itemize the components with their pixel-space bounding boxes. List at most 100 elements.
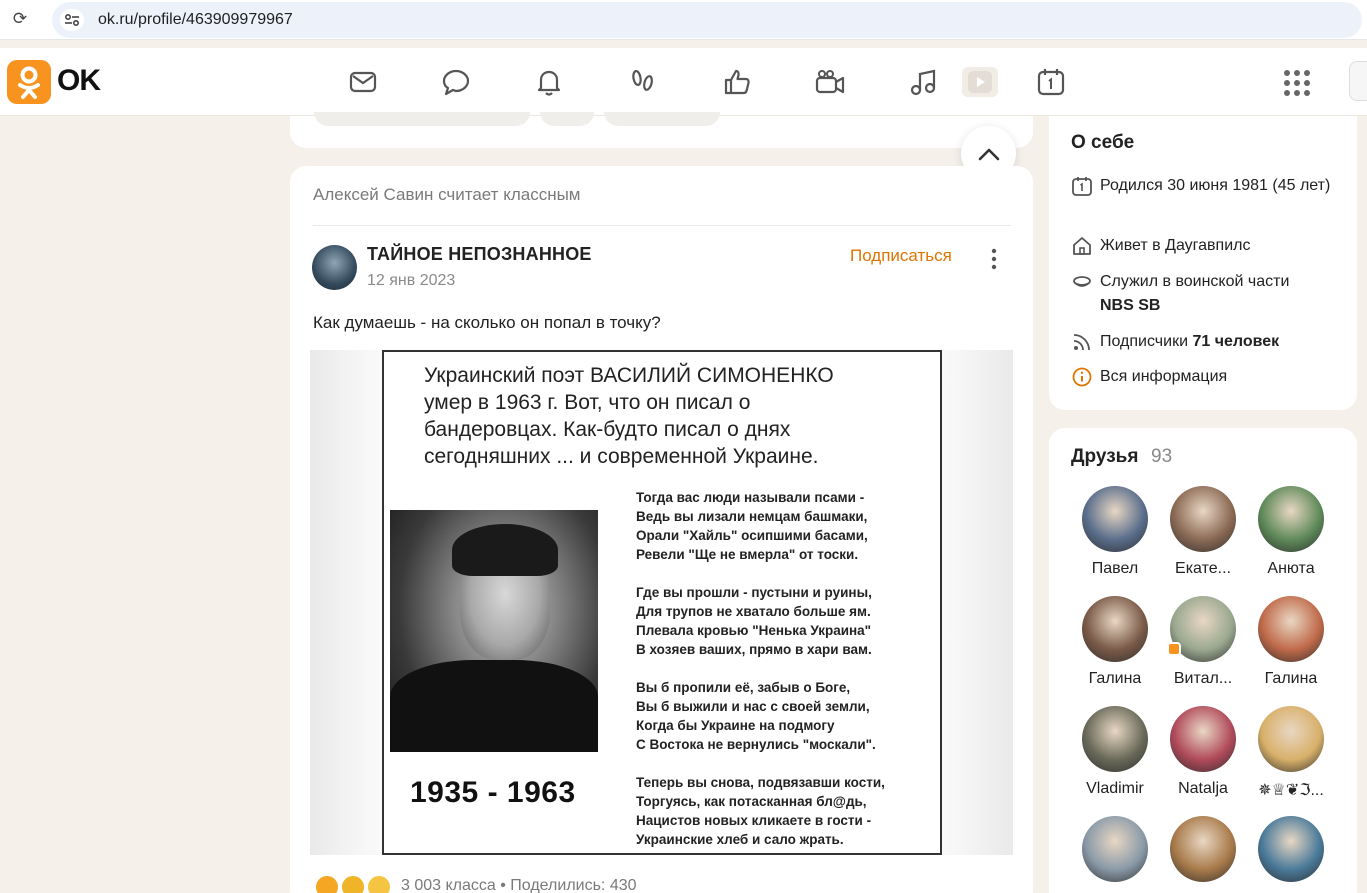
poem-stanza: Вы б пропили её, забыв о Боге, Вы б выжи… [636,678,936,754]
friend-avatar[interactable] [1258,486,1324,552]
poem-line: С Востока не вернулись "москали". [636,737,876,752]
friend-avatar[interactable] [1082,486,1148,552]
mail-icon[interactable] [347,66,379,98]
friend-item[interactable]: Natalja [1155,706,1237,806]
served-prefix: Служил в воинской части [1100,273,1290,290]
more-options-icon[interactable] [984,246,1004,272]
video-camera-icon[interactable] [814,66,846,98]
site-settings-icon[interactable] [60,9,84,31]
friend-name[interactable]: Анюта [1243,560,1339,578]
friend-item[interactable] [1243,816,1325,893]
poem-line: Плевала кровью "Ненька Украина" [636,623,872,638]
portrait-photo [390,510,598,752]
friend-item[interactable] [1155,816,1237,893]
wow-reaction-icon [366,874,392,893]
calendar-icon[interactable] [1035,66,1067,98]
url-field[interactable]: ok.ru/profile/463909979967 [52,2,1362,38]
friend-avatar[interactable] [1170,706,1236,772]
friends-count: 93 [1151,446,1173,467]
bell-icon[interactable] [533,66,565,98]
ok-logo-icon[interactable] [7,60,51,104]
post-stats[interactable]: 3 003 класса • Поделились: 430 [401,877,637,893]
friend-avatar[interactable] [1082,596,1148,662]
post-image[interactable]: Украинский поэт ВАСИЛИЙ СИМОНЕНКО умер в… [310,350,1013,855]
chat-icon[interactable] [440,66,472,98]
friend-item[interactable]: Павел [1067,486,1149,586]
friend-name[interactable]: Екате... [1155,560,1251,578]
action-chip[interactable] [314,112,530,126]
subscribe-button[interactable]: Подписаться [850,246,952,266]
friend-avatar[interactable] [1258,596,1324,662]
born-text: Родился 30 июня 1981 (45 лет) [1100,177,1331,194]
poster-years: 1935 - 1963 [410,776,576,809]
friend-name[interactable]: Vladimir [1067,780,1163,798]
poem-line: В хозяев ваших, прямо в хари вам. [636,642,872,657]
author-name[interactable]: ТАЙНОЕ НЕПОЗНАННОЕ [367,244,592,265]
friend-name[interactable]: ✵♕❦ℑ... [1243,780,1339,800]
footprints-icon[interactable] [627,66,659,98]
poem-line: Орали "Хайль" осипшими басами, [636,528,868,543]
friend-name[interactable]: Галина [1067,670,1163,688]
friend-item[interactable] [1067,816,1149,893]
poem-stanza: Тогда вас люди называли псами - Ведь вы … [636,488,936,564]
poster: Украинский поэт ВАСИЛИЙ СИМОНЕНКО умер в… [382,350,942,855]
friend-item[interactable]: Галина [1243,596,1325,696]
author-avatar[interactable] [312,245,357,290]
friend-item[interactable]: Галина [1067,596,1149,696]
browser-address-bar: ⟳ ok.ru/profile/463909979967 [0,0,1367,40]
poem-line: Торгуясь, как потасканная бл@дь, [636,794,867,809]
served-unit[interactable]: NBS SB [1100,297,1160,314]
post-card: Алексей Савин считает классным ТАЙНОЕ НЕ… [290,166,1033,893]
poem-stanza: Теперь вы снова, подвязавши кости, Торгу… [636,773,936,849]
lives-text: Живет в Даугавпилс [1100,237,1251,254]
friend-name[interactable]: Павел [1067,560,1163,578]
friend-item[interactable]: ✵♕❦ℑ... [1243,706,1325,806]
friend-avatar[interactable] [1082,816,1148,882]
home-icon [1071,235,1093,257]
subscribers-count[interactable]: 71 человек [1192,333,1279,350]
reload-icon[interactable]: ⟳ [10,9,30,29]
poem: Тогда вас люди называли псами - Ведь вы … [636,488,936,855]
post-date[interactable]: 12 янв 2023 [367,272,455,290]
friend-avatar[interactable] [1170,486,1236,552]
friend-item[interactable]: Vladimir [1067,706,1149,806]
poem-line: Вы б пропили её, забыв о Боге, [636,680,851,695]
music-icon[interactable] [907,66,939,98]
ok-wordmark[interactable]: OK [57,64,101,98]
friend-name[interactable]: Natalja [1155,780,1251,798]
friend-item[interactable]: Екате... [1155,486,1237,586]
friend-name[interactable]: Галина [1243,670,1339,688]
poster-heading-line: сегодняшних ... и современной Украине. [424,445,819,468]
friend-item[interactable]: Витал... [1155,596,1237,696]
reactions[interactable] [314,872,394,893]
portrait-hair [452,524,558,576]
rss-icon [1071,331,1093,353]
friend-item[interactable]: Анюта [1243,486,1325,586]
poem-line: Теперь вы снова, подвязавши кости, [636,775,885,790]
friend-avatar[interactable] [1082,706,1148,772]
all-info-link[interactable]: Вся информация [1100,365,1340,389]
apps-grid-icon[interactable] [1283,69,1311,97]
search-button[interactable] [1349,61,1367,101]
about-subscribers[interactable]: Подписчики 71 человек [1071,330,1341,354]
friends-title[interactable]: Друзья [1071,446,1138,468]
about-all-info[interactable]: Вся информация [1071,365,1341,389]
action-chip[interactable] [540,112,594,126]
subscribers-prefix: Подписчики [1100,333,1189,350]
about-lives: Живет в Даугавпилс [1071,234,1341,258]
friend-name[interactable]: Витал... [1155,670,1251,688]
friend-avatar[interactable] [1170,816,1236,882]
about-title: О себе [1071,132,1135,153]
poem-line: Тогда вас люди называли псами - [636,490,865,505]
action-chip[interactable] [604,112,720,126]
friend-avatar[interactable] [1258,816,1324,882]
url-text: ok.ru/profile/463909979967 [98,11,293,28]
poem-line: Ревели "Ще не вмерла" от тоски. [636,547,859,562]
previous-post-card [290,112,1033,148]
like-icon[interactable] [721,66,753,98]
poem-line: Когда бы Украине на подмогу [636,718,835,733]
friend-avatar[interactable] [1258,706,1324,772]
poster-heading: Украинский поэт ВАСИЛИЙ СИМОНЕНКО умер в… [424,362,924,470]
video-icon[interactable] [962,67,998,97]
like-reaction-icon [314,874,340,893]
